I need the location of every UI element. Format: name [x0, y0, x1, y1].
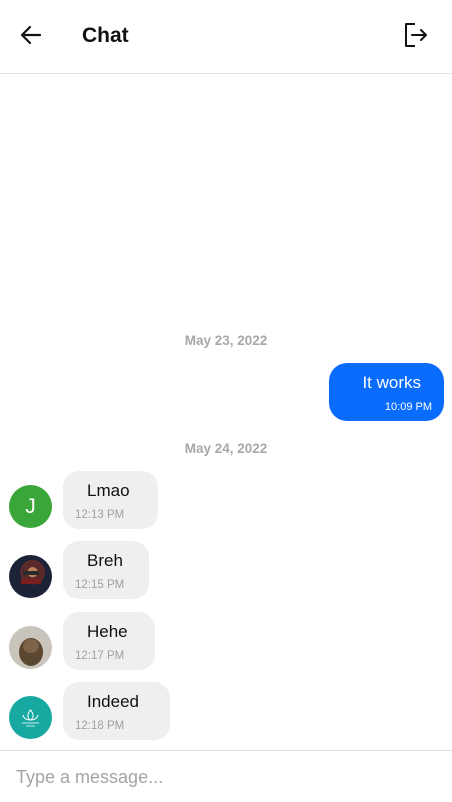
- message-text: Lmao: [87, 481, 130, 500]
- incoming-message-row: J Lmao 12:13 PM: [0, 471, 452, 531]
- incoming-message[interactable]: Hehe 12:17 PM: [63, 612, 155, 670]
- incoming-message[interactable]: Indeed 12:18 PM: [63, 682, 170, 740]
- outgoing-message[interactable]: It works 10:09 PM: [329, 363, 444, 421]
- message-time: 10:09 PM: [384, 401, 432, 413]
- incoming-message[interactable]: Breh 12:15 PM: [63, 541, 149, 599]
- message-text: Indeed: [87, 692, 139, 711]
- message-time: 12:15 PM: [75, 579, 125, 591]
- message-list[interactable]: May 23, 2022 It works 10:09 PM May 24, 2…: [0, 75, 452, 750]
- message-time: 12:13 PM: [75, 509, 125, 521]
- incoming-message-row: Breh 12:15 PM: [0, 541, 452, 601]
- user-photo-icon: [19, 638, 43, 666]
- incoming-message[interactable]: Lmao 12:13 PM: [63, 471, 158, 529]
- incoming-message-row: Hehe 12:17 PM: [0, 612, 452, 672]
- date-separator: May 23, 2022: [184, 333, 268, 348]
- avatar[interactable]: [9, 696, 52, 739]
- avatar[interactable]: [9, 555, 52, 598]
- avatar[interactable]: J: [9, 485, 52, 528]
- avatar[interactable]: [9, 626, 52, 669]
- message-time: 12:17 PM: [75, 650, 125, 662]
- lotus-logo-icon: [22, 709, 39, 727]
- back-button[interactable]: [18, 22, 44, 48]
- page-title: Chat: [82, 24, 129, 47]
- user-photo-icon: [21, 571, 41, 584]
- message-time: 12:18 PM: [75, 720, 125, 732]
- date-separator: May 24, 2022: [184, 441, 268, 456]
- message-input[interactable]: [0, 751, 452, 802]
- chat-header: Chat: [0, 0, 452, 74]
- arrow-left-icon: [20, 25, 42, 45]
- message-text: It works: [362, 373, 421, 392]
- logout-button[interactable]: [402, 21, 430, 49]
- incoming-message-row: Indeed 12:18 PM: [0, 682, 452, 742]
- message-text: Breh: [87, 551, 123, 570]
- message-composer: [0, 750, 452, 802]
- logout-icon: [405, 23, 427, 47]
- message-text: Hehe: [87, 622, 128, 641]
